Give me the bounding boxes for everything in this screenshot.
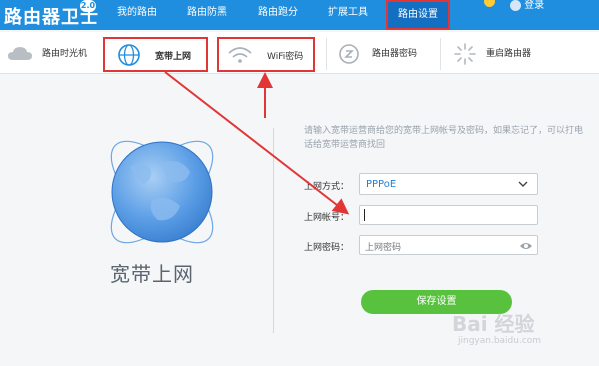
title-bar: 路由器卫士 2.0 我的路由 路由防黑 路由跑分 扩展工具 路由设置 登录	[0, 0, 599, 30]
toolbar-divider	[440, 38, 441, 70]
wifi-password-label: WiFi密码	[267, 52, 304, 62]
user-menu[interactable]: 登录	[510, 0, 544, 11]
broadband-button[interactable]: 宽带上网	[103, 37, 208, 72]
password-placeholder: 上网密码	[365, 243, 402, 253]
tab-speed-score[interactable]: 路由跑分	[249, 0, 307, 30]
panel-divider	[273, 128, 274, 333]
router-password-label: 路由器密码	[372, 49, 418, 59]
watermark-url: jingyan.baidu.com	[458, 336, 542, 346]
broadband-label: 宽带上网	[155, 52, 192, 62]
cloud-icon	[8, 47, 32, 60]
tab-router-settings[interactable]: 路由设置	[386, 0, 450, 30]
tab-anti-hack[interactable]: 路由防黑	[178, 0, 236, 30]
connection-method-select[interactable]: PPPoE	[359, 173, 538, 195]
router-time-machine-label: 路由时光机	[42, 49, 88, 59]
connection-method-label: 上网方式：	[304, 182, 350, 192]
wifi-password-button[interactable]: WiFi密码	[217, 37, 315, 72]
password-input[interactable]: 上网密码	[359, 235, 538, 255]
user-label: 登录	[524, 0, 545, 11]
restart-icon	[454, 43, 476, 65]
text-cursor	[364, 209, 365, 221]
toolbar-divider	[326, 38, 327, 70]
notification-icon[interactable]	[484, 0, 495, 8]
account-input[interactable]	[359, 205, 538, 225]
wifi-icon	[228, 47, 252, 63]
router-time-machine-button[interactable]: 路由时光机	[4, 36, 104, 72]
globe-icon	[118, 44, 140, 66]
password-label: 上网密码：	[304, 243, 350, 253]
tab-extension-tools[interactable]: 扩展工具	[319, 0, 377, 30]
lock-icon	[339, 44, 359, 64]
tab-my-router[interactable]: 我的路由	[108, 0, 166, 30]
eye-icon[interactable]	[519, 240, 533, 252]
restart-router-button[interactable]: 重启路由器	[448, 36, 558, 72]
version-badge: 2.0	[80, 0, 96, 12]
instruction-text: 请输入宽带运营商给您的宽带上网帐号及密码，如果忘记了，可以打电话给宽带运营商找回	[304, 126, 584, 150]
connection-method-value: PPPoE	[366, 179, 397, 190]
illustration-caption: 宽带上网	[110, 262, 194, 286]
account-label: 上网帐号：	[304, 213, 350, 223]
globe-illustration	[110, 140, 214, 244]
restart-router-label: 重启路由器	[486, 49, 532, 59]
chevron-down-icon	[518, 181, 528, 187]
router-password-button[interactable]: 路由器密码	[334, 36, 444, 72]
avatar	[510, 0, 521, 11]
watermark-logo: Bai 经验	[452, 312, 535, 336]
